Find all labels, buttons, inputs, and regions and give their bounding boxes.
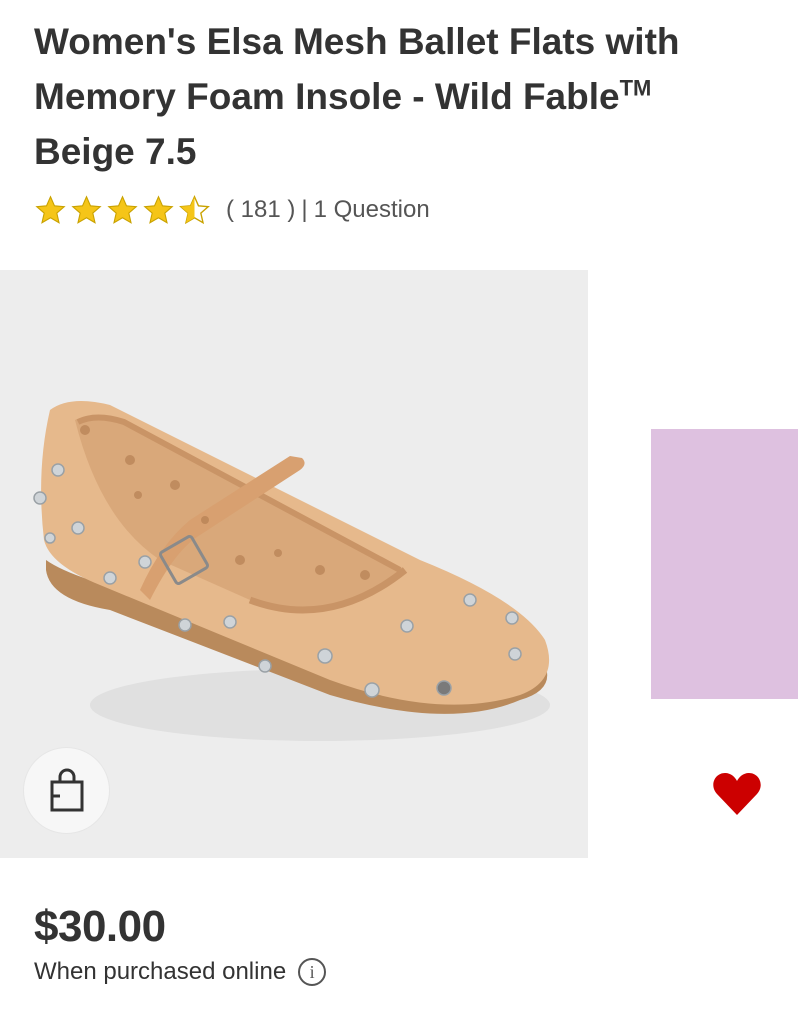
heart-icon	[713, 773, 761, 815]
rating-separator: |	[301, 196, 308, 223]
price-note: When purchased online i	[34, 958, 327, 986]
favorite-button[interactable]	[709, 766, 765, 822]
info-icon[interactable]: i	[298, 958, 327, 986]
star-icon	[71, 194, 102, 224]
product-image-carousel[interactable]	[0, 270, 798, 858]
product-variant: Beige 7.5	[34, 131, 197, 172]
star-icon	[143, 194, 174, 224]
star-rating[interactable]	[34, 194, 214, 227]
product-name: Women's Elsa Mesh Ballet Flats with Memo…	[34, 21, 680, 117]
questions-link[interactable]: 1 Question	[314, 196, 430, 224]
trademark-symbol: TM	[619, 75, 652, 101]
product-image[interactable]	[0, 270, 588, 858]
price: $30.00	[34, 902, 166, 951]
shop-similar-button[interactable]	[24, 748, 109, 833]
next-product-image-preview[interactable]	[651, 429, 798, 699]
star-half-icon	[179, 194, 210, 224]
review-count-link[interactable]: ( 181 )	[226, 196, 295, 224]
star-icon	[35, 194, 66, 224]
price-note-text: When purchased online	[34, 958, 287, 985]
shopping-bag-icon	[50, 768, 83, 811]
star-icon	[107, 194, 138, 224]
rating-summary: ( 181 ) | 1 Question	[34, 192, 430, 228]
product-title: Women's Elsa Mesh Ballet Flats with Memo…	[34, 14, 774, 179]
